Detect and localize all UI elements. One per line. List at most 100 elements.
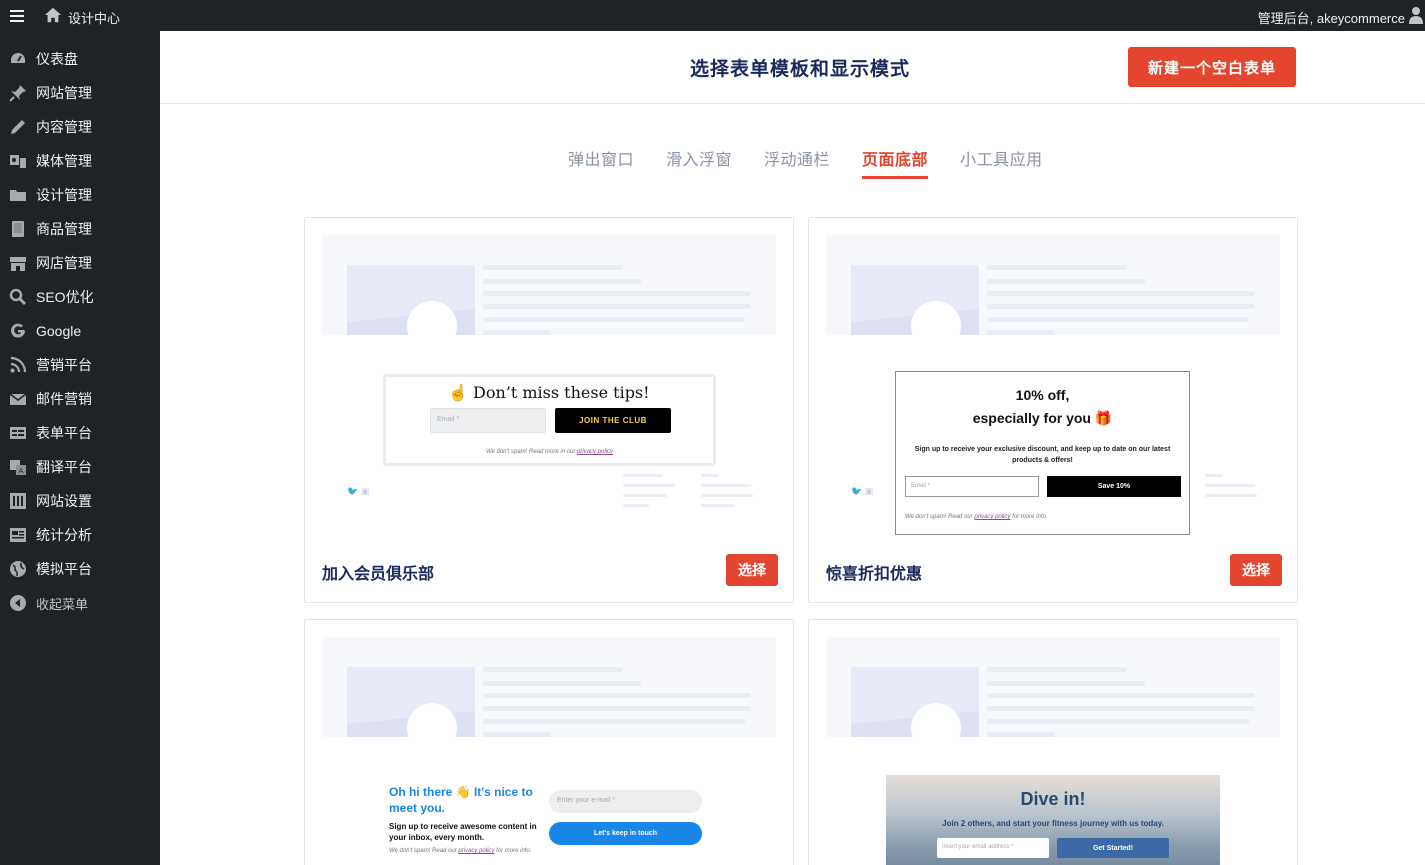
sidebar-item-design[interactable]: 设计管理 <box>0 178 160 212</box>
sidebar-item-google[interactable]: Google <box>0 314 160 348</box>
sidebar-item-site[interactable]: 网站管理 <box>0 76 160 110</box>
template-card[interactable]: Dive in! Join 2 others, and start your f… <box>808 619 1298 865</box>
mail-icon <box>9 390 27 408</box>
sidebar-item-analytics[interactable]: 统计分析 <box>0 518 160 552</box>
sidebar-item-translate[interactable]: A 翻译平台 <box>0 450 160 484</box>
sidebar-item-label: 模拟平台 <box>36 561 92 577</box>
sidebar-item-site-settings[interactable]: 网站设置 <box>0 484 160 518</box>
user-avatar-icon[interactable] <box>1409 6 1423 24</box>
sidebar-item-label: 表单平台 <box>36 425 92 441</box>
admin-sidebar: 仪表盘 网站管理 内容管理 媒体管理 设计管理 商品管理 网店管理 SEO优化 … <box>0 31 160 865</box>
store-icon <box>9 254 27 272</box>
tab-floating-bar[interactable]: 浮动通栏 <box>764 146 830 179</box>
form-icon <box>9 424 27 442</box>
preview-email-field: Email * <box>430 408 546 433</box>
sidebar-item-media[interactable]: 媒体管理 <box>0 144 160 178</box>
sidebar-item-label: 邮件营销 <box>36 391 92 407</box>
sidebar-item-content[interactable]: 内容管理 <box>0 110 160 144</box>
preview-note: We don't spam! Read our privacy policy f… <box>905 514 1048 520</box>
search-icon <box>9 288 27 306</box>
tab-popup[interactable]: 弹出窗口 <box>568 146 634 179</box>
sidebar-item-email[interactable]: 邮件营销 <box>0 382 160 416</box>
menu-toggle-icon[interactable] <box>10 7 24 23</box>
site-name-link[interactable]: 设计中心 <box>68 8 120 27</box>
image-placeholder <box>347 667 475 737</box>
preview-get-started-button: Get Started! <box>1057 838 1169 858</box>
preview-subtext: Sign up to receive your exclusive discou… <box>914 446 1171 464</box>
preview-heading: ☝ Don’t miss these tips! <box>448 383 650 402</box>
twitter-icon: 🐦 ▣ <box>851 486 874 496</box>
sidebar-item-label: 设计管理 <box>36 187 92 203</box>
card-title: 加入会员俱乐部 <box>322 566 435 583</box>
sidebar-item-products[interactable]: 商品管理 <box>0 212 160 246</box>
home-icon[interactable] <box>44 6 62 24</box>
google-icon <box>9 322 27 340</box>
sidebar-item-forms[interactable]: 表单平台 <box>0 416 160 450</box>
select-button[interactable]: 选择 <box>1230 554 1282 586</box>
collapse-menu-button[interactable]: 收起菜单 <box>0 586 160 620</box>
template-card[interactable]: 🐦 ▣ 10% off, especially for you 🎁 Sign up… <box>808 217 1298 603</box>
preview-note: We don't spam! Read our privacy policy f… <box>389 848 532 854</box>
media-icon <box>9 152 27 170</box>
tab-widget[interactable]: 小工具应用 <box>960 146 1043 179</box>
display-mode-tabs: 弹出窗口 滑入浮窗 浮动通栏 页面底部 小工具应用 <box>568 146 1075 179</box>
page-preview-placeholder <box>826 235 1280 335</box>
preview-keep-in-touch-button: Let's keep in touch <box>549 822 702 845</box>
pencil-icon <box>9 118 27 136</box>
collapse-arrow-icon <box>9 594 27 612</box>
page-preview-placeholder <box>322 637 776 737</box>
page-preview-placeholder <box>322 235 776 335</box>
sidebar-item-marketing[interactable]: 营销平台 <box>0 348 160 382</box>
image-placeholder <box>347 265 475 335</box>
preview-join-button: JOIN THE CLUB <box>555 408 671 433</box>
template-card[interactable]: 🐦 ▣ ☝ Don’t miss these tips! Email * JOI… <box>304 217 794 603</box>
preview-email-field: Insert your email address * <box>937 838 1049 858</box>
page-header: 选择表单模板和显示模式 新建一个空白表单 <box>160 31 1425 104</box>
form-preview: 10% off, especially for you 🎁 Sign up to … <box>895 371 1190 535</box>
pin-icon <box>9 84 27 102</box>
book-icon <box>9 220 27 238</box>
sidebar-item-label: 网店管理 <box>36 255 92 271</box>
sidebar-item-label: 商品管理 <box>36 221 92 237</box>
svg-text:A: A <box>19 467 24 475</box>
sidebar-item-label: 内容管理 <box>36 119 92 135</box>
sidebar-item-label: 网站设置 <box>36 493 92 509</box>
preview-email-field: Enter your e-mail * <box>549 790 702 813</box>
sidebar-item-store[interactable]: 网店管理 <box>0 246 160 280</box>
sidebar-item-label: 仪表盘 <box>36 51 78 67</box>
preview-subtext: Join 2 others, and start your fitness jo… <box>942 819 1164 828</box>
rss-icon <box>9 356 27 374</box>
chart-icon <box>9 526 27 544</box>
sidebar-item-label: 营销平台 <box>36 357 92 373</box>
page-title: 选择表单模板和显示模式 <box>690 59 911 80</box>
admin-top-bar: 设计中心 管理后台, akeycommerce <box>0 0 1425 31</box>
sidebar-item-dashboard[interactable]: 仪表盘 <box>0 42 160 76</box>
preview-subtext: Sign up to receive awesome content in yo… <box>389 822 537 842</box>
sidebar-item-label: Google <box>36 323 82 339</box>
sidebar-item-label: 翻译平台 <box>36 459 92 475</box>
globe-icon <box>9 560 27 578</box>
form-preview: ☝ Don’t miss these tips! Email * JOIN TH… <box>383 374 716 466</box>
sidebar-item-label: 媒体管理 <box>36 153 92 169</box>
account-menu[interactable]: 管理后台, akeycommerce <box>1258 8 1405 27</box>
settings-icon <box>9 492 27 510</box>
template-card[interactable]: Oh hi there 👋 It's nice to meet you. Sig… <box>304 619 794 865</box>
sidebar-item-simulation[interactable]: 模拟平台 <box>0 552 160 586</box>
image-placeholder <box>851 667 979 737</box>
sidebar-item-label: 网站管理 <box>36 85 92 101</box>
preview-save-button: Save 10% <box>1047 476 1181 497</box>
tab-page-bottom[interactable]: 页面底部 <box>862 146 929 179</box>
tab-slide-in[interactable]: 滑入浮窗 <box>666 146 732 179</box>
new-blank-form-button[interactable]: 新建一个空白表单 <box>1128 47 1296 87</box>
image-placeholder <box>851 265 979 335</box>
page-preview-placeholder <box>826 637 1280 737</box>
preview-email-field: Email * <box>905 476 1039 497</box>
folder-icon <box>9 186 27 204</box>
collapse-menu-label: 收起菜单 <box>36 596 89 612</box>
preview-heading: 10% off, especially for you 🎁 <box>972 387 1113 426</box>
sidebar-item-seo[interactable]: SEO优化 <box>0 280 160 314</box>
preview-heading: Oh hi there 👋 It's nice to meet you. <box>389 785 533 815</box>
select-button[interactable]: 选择 <box>726 554 778 586</box>
twitter-icon: 🐦 ▣ <box>347 486 370 496</box>
sidebar-item-label: SEO优化 <box>36 289 94 305</box>
